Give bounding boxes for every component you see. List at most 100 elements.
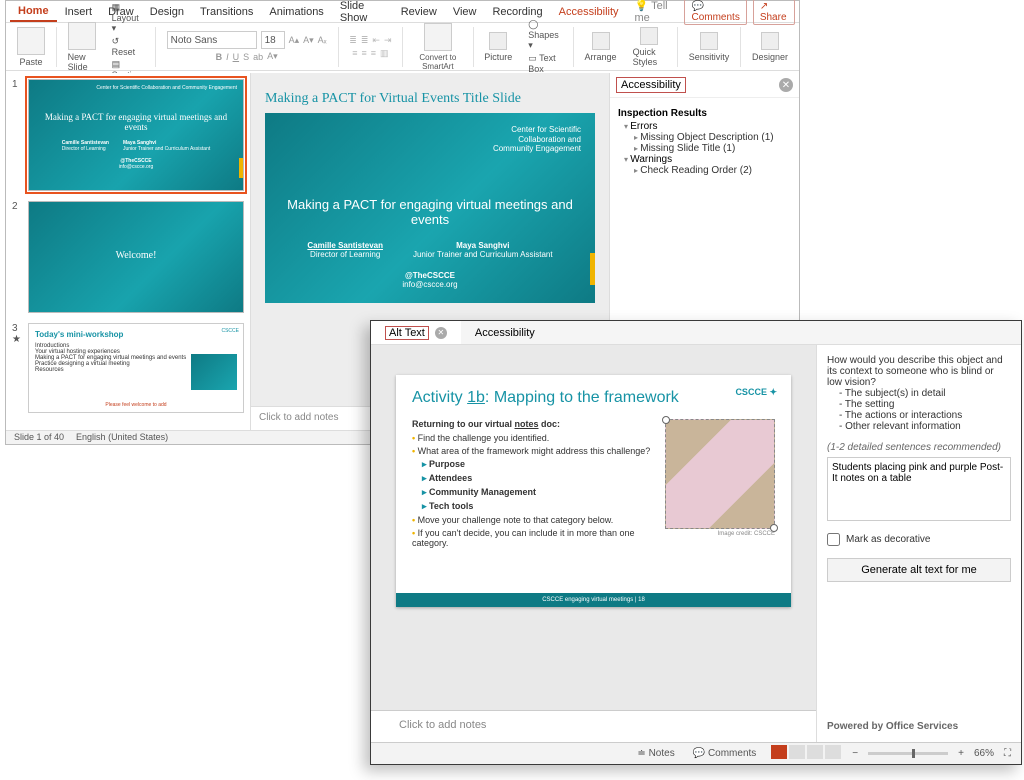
quickstyles-label: Quick Styles bbox=[633, 47, 667, 67]
decrease-font-icon[interactable]: A▾ bbox=[303, 35, 314, 46]
sensitivity-label: Sensitivity bbox=[689, 52, 730, 62]
picture-button[interactable]: Picture bbox=[479, 32, 517, 62]
new-slide-button[interactable]: New Slide bbox=[63, 22, 101, 72]
sub-bullet: Attendees bbox=[429, 473, 473, 483]
tab-animations[interactable]: Animations bbox=[261, 3, 331, 21]
arrange-button[interactable]: Arrange bbox=[580, 32, 622, 62]
zoom-out-icon[interactable]: − bbox=[852, 748, 858, 759]
tell-me[interactable]: 💡 Tell me bbox=[627, 0, 685, 27]
tab-accessibility[interactable]: Accessibility bbox=[551, 3, 627, 21]
sensitivity-icon bbox=[700, 32, 718, 50]
slide-title: Activity 1b: Mapping to the framework bbox=[412, 389, 775, 407]
slideshow-view-icon[interactable] bbox=[825, 745, 841, 759]
warning-item[interactable]: Check Reading Order (2) bbox=[634, 165, 791, 176]
language-status[interactable]: English (United States) bbox=[76, 432, 168, 443]
slide-role1: Director of Learning bbox=[310, 250, 380, 259]
error-item[interactable]: Missing Object Description (1) bbox=[634, 132, 791, 143]
tab-alt-text[interactable]: Alt Text ✕ bbox=[371, 321, 461, 344]
arrange-icon bbox=[592, 32, 610, 50]
slide-legend: Community Engagement bbox=[493, 144, 581, 153]
close-icon[interactable]: ✕ bbox=[779, 78, 793, 92]
increase-font-icon[interactable]: A▴ bbox=[289, 35, 300, 46]
share-button[interactable]: ↗ Share bbox=[753, 0, 795, 25]
textbox-button[interactable]: ▭ Text Box bbox=[528, 53, 562, 74]
zoom-in-icon[interactable]: + bbox=[958, 748, 964, 759]
indent-left-icon[interactable]: ⇤ bbox=[372, 35, 380, 46]
shapes-button[interactable]: ◯ Shapes ▾ bbox=[528, 19, 562, 51]
strike-icon[interactable]: S bbox=[243, 52, 249, 62]
align-right-icon[interactable]: ≡ bbox=[371, 48, 376, 58]
tab-recording[interactable]: Recording bbox=[484, 3, 550, 21]
tab-review[interactable]: Review bbox=[393, 3, 445, 21]
alt-text-recommendation: (1-2 detailed sentences recommended) bbox=[827, 442, 1011, 453]
columns-icon[interactable]: ▥ bbox=[380, 48, 389, 59]
tab-accessibility-side[interactable]: Accessibility bbox=[461, 321, 549, 344]
sorter-view-icon[interactable] bbox=[789, 745, 805, 759]
thumb-number: 2 bbox=[12, 201, 22, 313]
title-post: : Mapping to the framework bbox=[485, 389, 679, 406]
designer-button[interactable]: Designer bbox=[747, 32, 793, 62]
current-slide[interactable]: Center for Scientific Collaboration and … bbox=[265, 113, 595, 303]
title-num: 1b bbox=[467, 389, 485, 406]
tab-view[interactable]: View bbox=[445, 3, 485, 21]
comments-toggle[interactable]: 💬 Comments bbox=[689, 748, 761, 759]
current-slide[interactable]: CSCCE ✦ Activity 1b: Mapping to the fram… bbox=[396, 375, 791, 607]
close-icon[interactable]: ✕ bbox=[435, 327, 447, 339]
normal-view-icon[interactable] bbox=[771, 745, 787, 759]
bullet: What area of the framework might address… bbox=[412, 446, 655, 456]
quick-styles-button[interactable]: Quick Styles bbox=[628, 27, 672, 67]
font-size-select[interactable]: 18 bbox=[261, 31, 285, 49]
indent-right-icon[interactable]: ⇥ bbox=[384, 35, 392, 46]
view-mode-buttons[interactable] bbox=[770, 745, 842, 762]
generate-alt-text-button[interactable]: Generate alt text for me bbox=[827, 558, 1011, 582]
bullets-icon[interactable]: ≣ bbox=[349, 35, 357, 46]
paste-group[interactable]: Paste bbox=[12, 27, 50, 67]
tab-transitions[interactable]: Transitions bbox=[192, 3, 261, 21]
slide-role2: Junior Trainer and Curriculum Assistant bbox=[413, 250, 553, 259]
new-slide-label: New Slide bbox=[68, 52, 96, 72]
warnings-group[interactable]: Warnings bbox=[624, 154, 791, 165]
decorative-checkbox-input[interactable] bbox=[827, 533, 840, 546]
slide-thumbnail-3[interactable]: CSCCE Today's mini-workshop Introduction… bbox=[28, 323, 244, 413]
powerpoint-window-alt-text: Alt Text ✕ Accessibility CSCCE ✦ Activit… bbox=[370, 320, 1022, 765]
slide-name2: Maya Sanghvi bbox=[456, 241, 509, 250]
slide-thumbnail-2[interactable]: Welcome! bbox=[28, 201, 244, 313]
reading-view-icon[interactable] bbox=[807, 745, 823, 759]
fit-to-window-icon[interactable]: ⛶ bbox=[1004, 748, 1011, 759]
font-name-select[interactable]: Noto Sans bbox=[167, 31, 257, 49]
notes-toggle[interactable]: ≐ Notes bbox=[633, 748, 678, 759]
picture-icon bbox=[489, 32, 507, 50]
thumb3-logo: CSCCE bbox=[221, 328, 239, 334]
layout-button[interactable]: ▦ Layout ▾ bbox=[112, 2, 144, 34]
italic-icon[interactable]: I bbox=[226, 52, 229, 62]
slide-thumbnail-1[interactable]: Center for Scientific Collaboration and … bbox=[28, 79, 244, 191]
slide-email: info@cscce.org bbox=[402, 280, 457, 289]
slide-legend: Collaboration and bbox=[518, 135, 581, 144]
zoom-slider[interactable] bbox=[868, 752, 948, 755]
tab-design[interactable]: Design bbox=[142, 3, 192, 21]
mark-decorative-checkbox[interactable]: Mark as decorative bbox=[827, 533, 1011, 546]
tab-slideshow[interactable]: Slide Show bbox=[332, 0, 393, 27]
errors-label: Errors bbox=[630, 121, 657, 132]
reset-button[interactable]: ↺ Reset bbox=[112, 36, 144, 57]
thumb-number: 3★ bbox=[12, 323, 22, 413]
selected-image[interactable] bbox=[665, 419, 775, 529]
tab-insert[interactable]: Insert bbox=[57, 3, 101, 21]
sensitivity-button[interactable]: Sensitivity bbox=[684, 32, 735, 62]
highlight-icon[interactable]: ab bbox=[253, 52, 263, 62]
font-color-icon[interactable]: A▾ bbox=[267, 51, 278, 62]
numbering-icon[interactable]: ≣ bbox=[361, 35, 369, 46]
align-center-icon[interactable]: ≡ bbox=[362, 48, 367, 58]
thumb1-title: Making a PACT for engaging virtual meeti… bbox=[37, 112, 235, 132]
tab-home[interactable]: Home bbox=[10, 2, 57, 22]
error-item[interactable]: Missing Slide Title (1) bbox=[634, 143, 791, 154]
errors-group[interactable]: Errors bbox=[624, 121, 791, 132]
alt-text-input[interactable] bbox=[827, 457, 1011, 521]
comments-button[interactable]: 💬 Comments bbox=[684, 0, 746, 25]
bold-icon[interactable]: B bbox=[216, 52, 223, 62]
notes-area[interactable]: Click to add notes bbox=[371, 710, 816, 742]
underline-icon[interactable]: U bbox=[233, 52, 240, 62]
clear-format-icon[interactable]: Aₓ bbox=[318, 35, 327, 45]
convert-smartart-button[interactable]: Convert to SmartArt bbox=[409, 23, 466, 71]
align-left-icon[interactable]: ≡ bbox=[352, 48, 357, 58]
